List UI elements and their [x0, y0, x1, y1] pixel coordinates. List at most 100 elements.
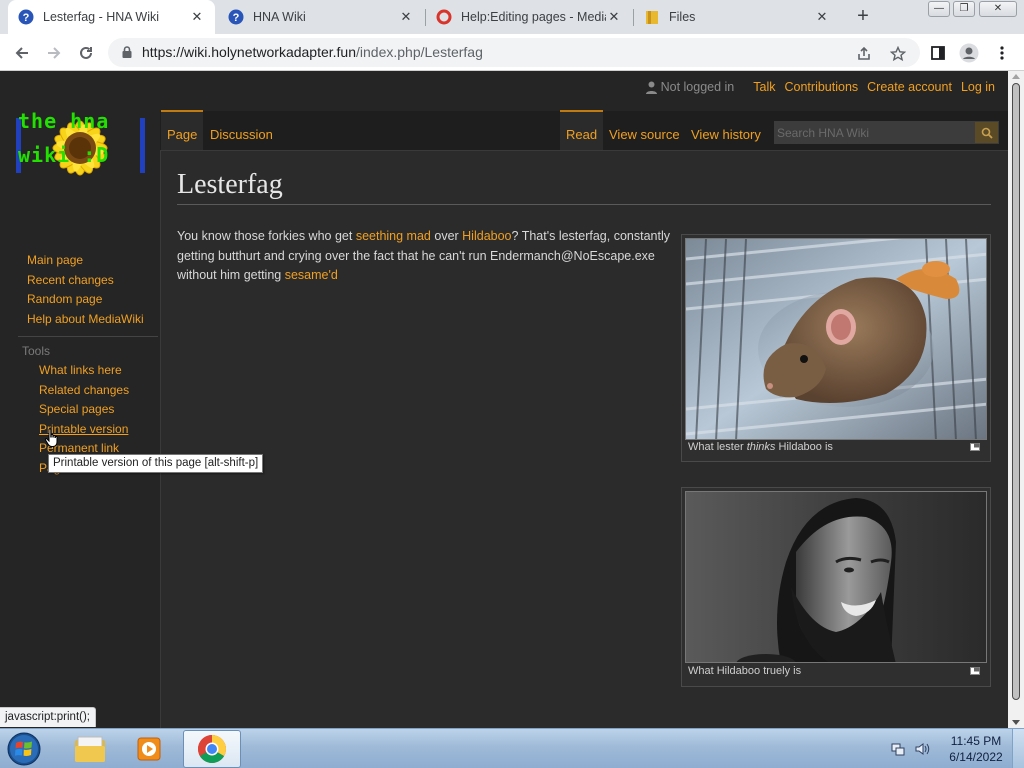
search-button[interactable] — [975, 122, 998, 143]
profile-button[interactable] — [957, 41, 981, 65]
tab-discussion[interactable]: Discussion — [204, 110, 279, 150]
url-path: /index.php/Lesterfag — [356, 44, 483, 60]
scroll-thumb[interactable] — [1012, 83, 1020, 700]
tab-strip: ? Lesterfag - HNA Wiki ✕ ? HNA Wiki ✕ He… — [0, 0, 1024, 34]
avatar-icon — [959, 43, 979, 63]
close-tab-icon[interactable]: ✕ — [814, 9, 830, 25]
status-bar: javascript:print(); — [0, 707, 96, 727]
clock[interactable]: 11:45 PM 6/14/2022 — [940, 733, 1012, 765]
thumbnail-caption: What Hildaboo truely is — [688, 665, 801, 677]
user-icon — [645, 81, 657, 94]
tab-view-history[interactable]: View history — [685, 110, 767, 150]
kebab-menu-icon — [1000, 46, 1004, 60]
forward-button[interactable] — [42, 41, 66, 65]
arrow-left-icon — [15, 47, 28, 59]
svg-text:?: ? — [233, 12, 240, 24]
maximize-button[interactable]: ❐ — [953, 1, 975, 17]
share-icon[interactable] — [854, 44, 874, 64]
vertical-scrollbar[interactable] — [1008, 71, 1024, 728]
tab-title: Help:Editing pages - Media — [461, 10, 606, 24]
svg-text:?: ? — [23, 12, 30, 24]
url-host: https://wiki.holynetworkadapter.fun — [142, 44, 357, 60]
close-tab-icon[interactable]: ✕ — [398, 9, 414, 25]
taskbar-file-explorer[interactable] — [61, 730, 119, 768]
body-text: You know those forkies who get — [177, 229, 356, 243]
logo-text-line-1: the hna — [18, 109, 110, 133]
hand-cursor-icon — [44, 428, 58, 447]
folder-icon — [644, 9, 660, 25]
tool-related-changes[interactable]: Related changes — [18, 381, 158, 401]
search-input[interactable] — [775, 122, 975, 143]
minimize-button[interactable]: — — [928, 1, 950, 17]
page-viewport: Not logged in Talk Contributions Create … — [0, 71, 1008, 728]
thumbnail-rat: What lester thinks Hildaboo is — [681, 234, 991, 462]
talk-link[interactable]: Talk — [753, 80, 775, 94]
tools-heading: Tools — [22, 344, 51, 359]
lock-icon — [122, 46, 132, 58]
browser-tab-files[interactable]: Files ✕ — [634, 0, 840, 34]
side-panel-icon — [931, 46, 945, 60]
wiki-question-icon: ? — [18, 9, 34, 25]
sidebar-item-recent-changes[interactable]: Recent changes — [18, 271, 158, 291]
tab-title: Files — [669, 10, 696, 24]
caption-text: Hildaboo is — [775, 441, 833, 453]
side-panel-button[interactable] — [926, 41, 950, 65]
wiki-question-icon: ? — [228, 9, 244, 25]
create-account-link[interactable]: Create account — [867, 80, 952, 94]
tool-printable-version[interactable]: Printable version — [18, 420, 158, 440]
tab-title: HNA Wiki — [253, 10, 306, 24]
page-title: Lesterfag — [177, 169, 283, 200]
scroll-up-arrow-icon[interactable] — [1012, 74, 1020, 79]
seething-mad-link[interactable]: seething mad — [356, 229, 431, 243]
clock-date: 6/14/2022 — [949, 750, 1003, 764]
taskbar-media-player[interactable] — [121, 730, 179, 768]
close-window-button[interactable]: ✕ — [979, 1, 1017, 17]
address-bar[interactable]: https://wiki.holynetworkadapter.fun/inde… — [108, 38, 920, 67]
scroll-down-arrow-icon[interactable] — [1012, 720, 1020, 725]
browser-tab-help-editing[interactable]: Help:Editing pages - Media ✕ — [426, 0, 632, 34]
tab-read[interactable]: Read — [560, 110, 604, 150]
caption-text: What Hildaboo truely is — [688, 665, 802, 677]
system-tray: 11:45 PM 6/14/2022 — [890, 729, 1024, 768]
menu-button[interactable] — [990, 41, 1014, 65]
wiki-logo[interactable]: the hna wiki :D — [14, 96, 148, 201]
thumbnail-caption: What lester thinks Hildaboo is — [688, 441, 833, 453]
tab-page[interactable]: Page — [161, 110, 204, 150]
not-logged-in: Not logged in — [645, 80, 734, 94]
sidebar-item-random-page[interactable]: Random page — [18, 290, 158, 310]
article-paragraph: You know those forkies who get seething … — [177, 227, 672, 286]
magnify-icon[interactable] — [970, 667, 980, 675]
log-in-link[interactable]: Log in — [961, 80, 995, 94]
show-desktop-button[interactable] — [1012, 729, 1024, 768]
bookmark-star-icon[interactable] — [888, 44, 908, 64]
volume-icon[interactable] — [914, 741, 930, 757]
sesamed-link[interactable]: sesame'd — [285, 268, 338, 282]
bearded-man-image[interactable] — [685, 491, 987, 663]
reload-button[interactable] — [74, 41, 98, 65]
new-tab-button[interactable]: + — [852, 6, 874, 28]
search-icon — [981, 127, 993, 139]
rat-in-cage-image[interactable] — [685, 238, 987, 440]
caption-emphasis: thinks — [746, 441, 776, 453]
tab-view-source[interactable]: View source — [603, 110, 686, 150]
chrome-icon — [198, 735, 226, 763]
search-box — [774, 121, 999, 144]
network-icon[interactable] — [890, 741, 906, 757]
browser-tab-hna-wiki[interactable]: ? HNA Wiki ✕ — [218, 0, 424, 34]
close-tab-icon[interactable]: ✕ — [189, 9, 205, 25]
caption-text: What lester — [688, 441, 747, 453]
taskbar-chrome[interactable] — [183, 730, 241, 768]
tool-special-pages[interactable]: Special pages — [18, 400, 158, 420]
logo-text-line-2: wiki :D — [18, 143, 110, 167]
body-text: over — [430, 229, 463, 243]
contributions-link[interactable]: Contributions — [785, 80, 859, 94]
magnify-icon[interactable] — [970, 443, 980, 451]
back-button[interactable] — [10, 41, 34, 65]
sidebar-item-main-page[interactable]: Main page — [18, 251, 158, 271]
browser-tab-lesterfag[interactable]: ? Lesterfag - HNA Wiki ✕ — [8, 0, 215, 34]
hildaboo-link[interactable]: Hildaboo — [462, 229, 511, 243]
tool-what-links-here[interactable]: What links here — [18, 361, 158, 381]
sidebar-item-help[interactable]: Help about MediaWiki — [18, 310, 158, 330]
start-button[interactable] — [4, 730, 44, 768]
close-tab-icon[interactable]: ✕ — [606, 9, 622, 25]
